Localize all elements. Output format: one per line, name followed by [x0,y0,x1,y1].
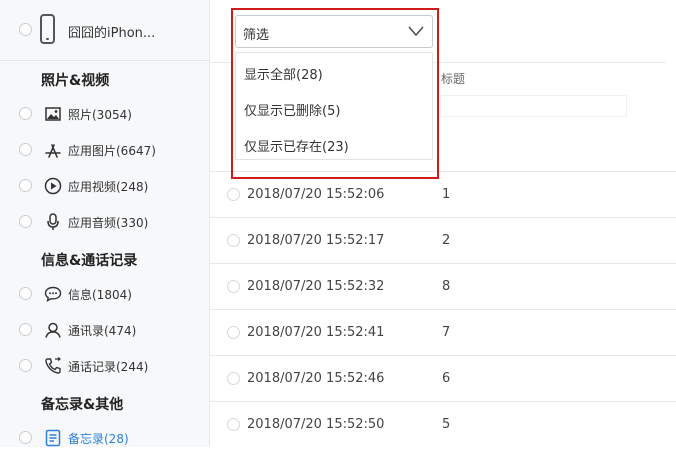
play-icon [42,175,64,197]
row-title: 7 [442,325,451,340]
item-radio[interactable] [19,215,32,228]
photo-icon [42,103,64,125]
row-radio[interactable] [227,326,240,339]
notes-icon [42,427,64,449]
item-radio[interactable] [19,287,32,300]
sidebar-item-contacts[interactable]: 通讯录(474) [0,315,209,345]
sidebar-item-app-photos[interactable]: 应用图片(6647) [0,135,209,165]
row-time: 2018/07/20 15:52:41 [247,325,385,340]
sidebar-item-label: 通讯录(474) [68,324,137,338]
device-radio[interactable] [19,23,32,36]
item-radio[interactable] [19,179,32,192]
row-radio[interactable] [227,188,240,201]
sidebar-item-label: 应用视频(248) [68,180,149,194]
item-radio[interactable] [19,107,32,120]
row-radio[interactable] [227,280,240,293]
row-title: 1 [442,187,451,202]
row-time: 2018/07/20 15:52:32 [247,279,385,294]
row-time: 2018/07/20 15:52:50 [247,417,385,432]
row-title: 6 [442,371,451,386]
table-row[interactable]: 2018/07/20 15:52:41 7 [210,309,676,356]
row-title: 8 [442,279,451,294]
device-name: 囧囧的iPhon... [68,26,156,41]
section-title-notes-other: 备忘录&其他 [41,397,124,413]
row-radio[interactable] [227,234,240,247]
column-header-title[interactable]: 标题 [441,70,465,87]
row-time: 2018/07/20 15:52:46 [247,371,385,386]
sidebar-item-label: 应用音频(330) [68,216,149,230]
row-time: 2018/07/20 15:52:17 [247,233,385,248]
row-title: 2 [442,233,451,248]
sidebar-item-app-videos[interactable]: 应用视频(248) [0,171,209,201]
phone-call-icon [42,355,64,377]
table-row[interactable]: 2018/07/20 15:52:17 2 [210,217,676,264]
sidebar-item-call-history[interactable]: 通话记录(244) [0,351,209,381]
item-radio[interactable] [19,143,32,156]
table-row[interactable]: 2018/07/20 15:52:50 5 [210,401,676,448]
sidebar-item-label: 信息(1804) [68,288,132,302]
sidebar-item-app-audio[interactable]: 应用音频(330) [0,207,209,237]
sidebar-item-label: 应用图片(6647) [68,144,156,158]
sidebar: 囧囧的iPhon... 照片&视频 照片(3054) 应用图片(6647) 应用… [0,0,210,447]
row-radio[interactable] [227,372,240,385]
iphone-icon [40,14,55,44]
row-title: 5 [442,417,451,432]
message-icon [42,283,64,305]
table-row[interactable]: 2018/07/20 15:52:32 8 [210,263,676,310]
item-radio[interactable] [19,431,32,444]
microphone-icon [42,211,64,233]
section-title-photos-videos: 照片&视频 [41,73,110,89]
title-filter-field[interactable] [440,95,627,117]
item-radio[interactable] [19,323,32,336]
sidebar-item-label: 备忘录(28) [68,432,129,446]
sidebar-item-messages[interactable]: 信息(1804) [0,279,209,309]
highlight-frame [231,8,439,179]
sidebar-item-notes[interactable]: 备忘录(28) [0,423,209,453]
sidebar-item-label: 照片(3054) [68,108,132,122]
app-store-icon [42,139,64,161]
sidebar-item-label: 通话记录(244) [68,360,149,374]
table-row[interactable]: 2018/07/20 15:52:46 6 [210,355,676,402]
row-time: 2018/07/20 15:52:06 [247,187,385,202]
device-header[interactable]: 囧囧的iPhon... [0,0,209,61]
contact-icon [42,319,64,341]
sidebar-item-photos[interactable]: 照片(3054) [0,99,209,129]
item-radio[interactable] [19,359,32,372]
row-radio[interactable] [227,418,240,431]
section-title-messages-calls: 信息&通话记录 [41,253,138,269]
